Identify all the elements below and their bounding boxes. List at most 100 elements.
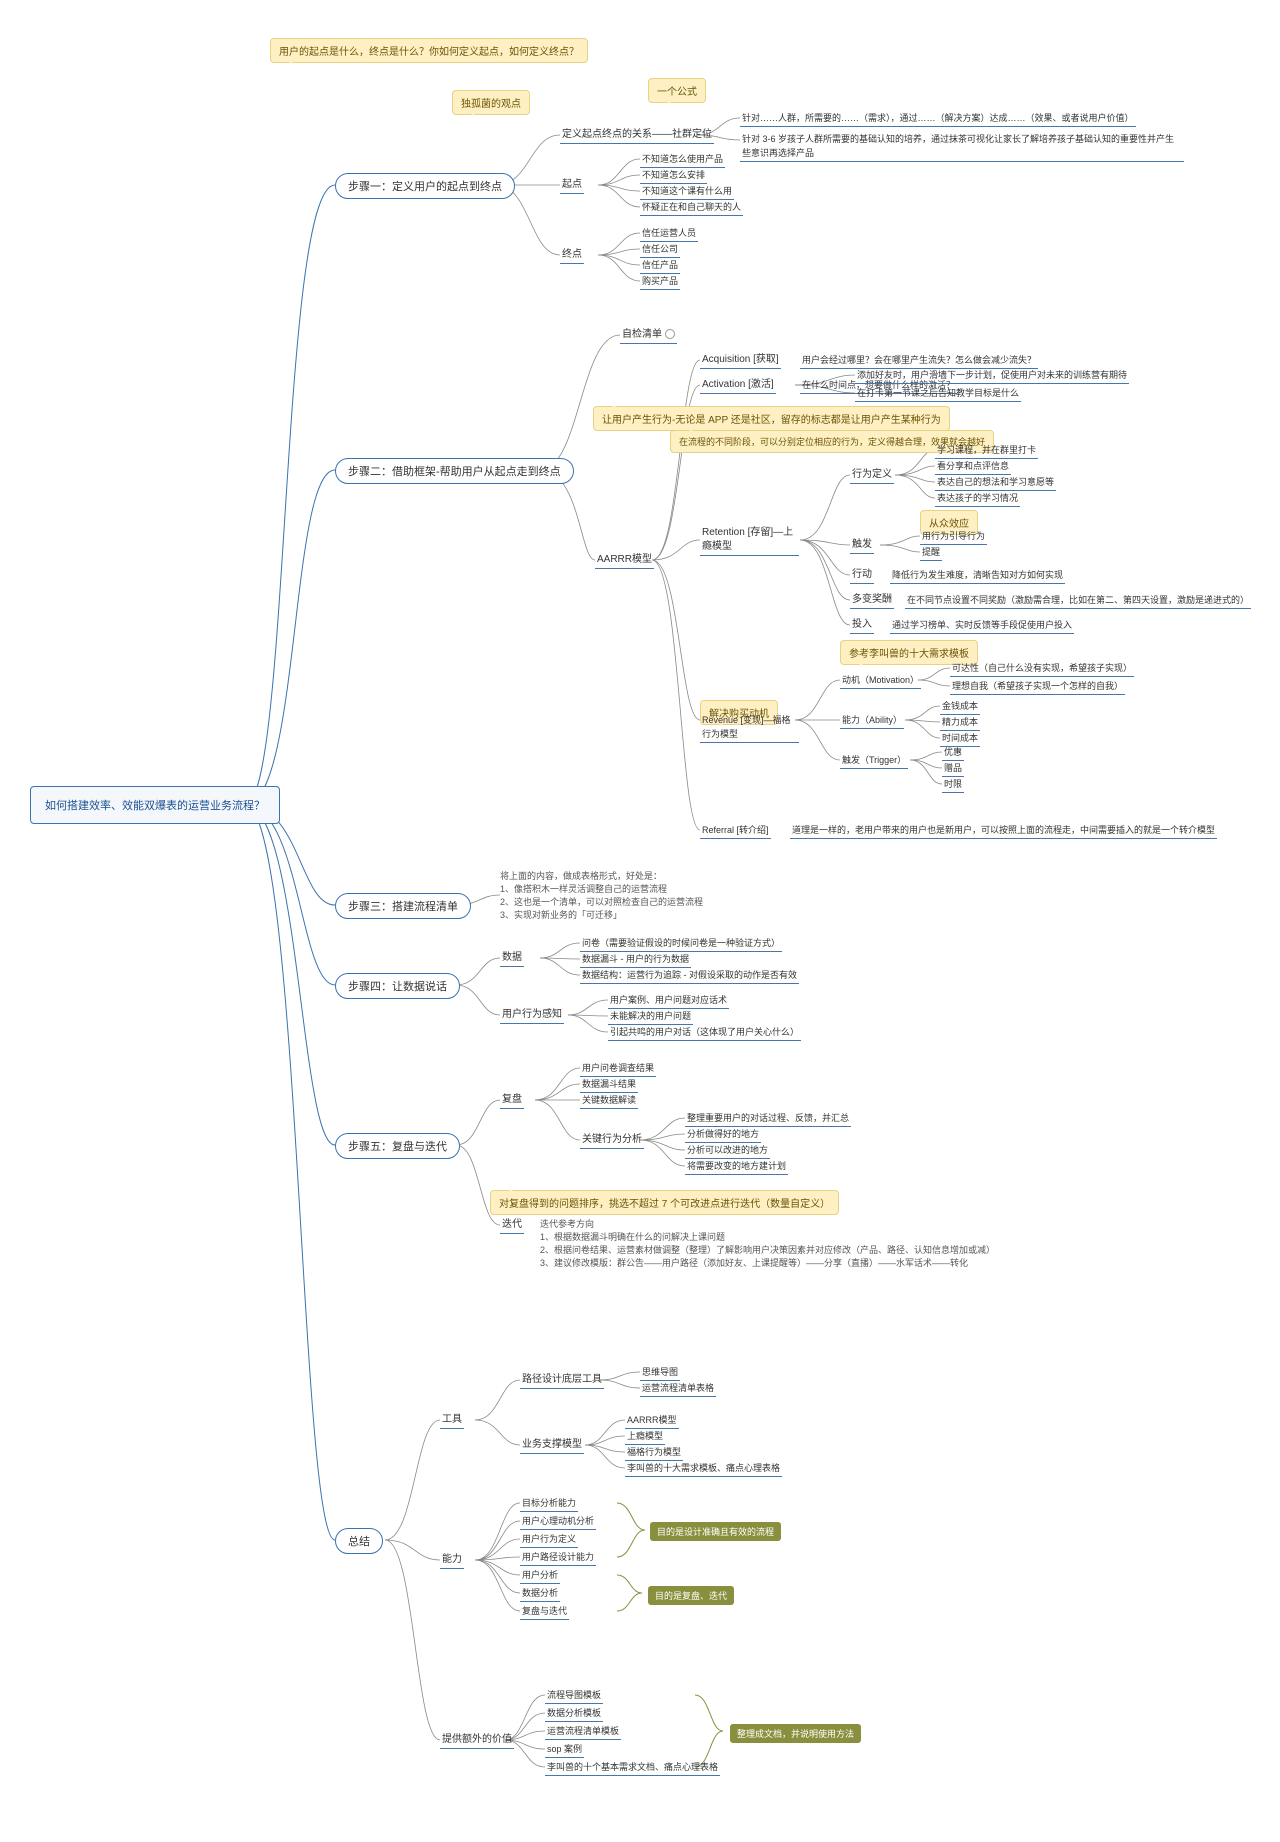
s2-bdef[interactable]: 行为定义 <box>850 468 894 484</box>
list-item: AARRR模型 <box>625 1413 679 1429</box>
s2-ret[interactable]: Retention [存留]—上瘾模型 <box>700 526 799 556</box>
step4[interactable]: 步骤四：让数据说话 <box>335 973 460 999</box>
s2-action-t: 降低行为发生难度，清晰告知对方如何实现 <box>890 568 1065 584</box>
list-item: 用户问卷调查结果 <box>580 1061 656 1077</box>
list-item: 信任产品 <box>640 258 680 274</box>
list-item: 优惠 <box>942 745 964 761</box>
list-item: 数据分析模板 <box>545 1706 603 1722</box>
s2-mot[interactable]: 动机（Motivation） <box>840 673 921 689</box>
sum-extra[interactable]: 提供额外的价值 <box>440 1733 514 1749</box>
callout-formula: 一个公式 <box>648 78 706 103</box>
list-item: 学习课程，并在群里打卡 <box>935 443 1038 459</box>
list-item: 数据结构：运营行为追踪 - 对假设采取的动作是否有效 <box>580 968 799 984</box>
s2-check[interactable]: 自检清单 <box>620 328 677 344</box>
list-item: 分析做得好的地方 <box>685 1127 761 1143</box>
s1-formula: 针对……人群，所需要的……（需求），通过……（解决方案）达成……（效果、或者说用… <box>740 111 1136 127</box>
s1-end[interactable]: 终点 <box>560 248 584 264</box>
s2-invest[interactable]: 投入 <box>850 618 874 634</box>
s2-aarrr[interactable]: AARRR模型 <box>595 553 654 569</box>
step5[interactable]: 步骤五：复盘与迭代 <box>335 1133 460 1159</box>
list-item: 分析可以改进的地方 <box>685 1143 770 1159</box>
s4-data[interactable]: 数据 <box>500 951 524 967</box>
s2-trig[interactable]: 触发 <box>850 538 874 554</box>
s2-tri[interactable]: 触发（Trigger） <box>840 753 908 769</box>
list-item: 运营流程清单模板 <box>545 1724 621 1740</box>
list-item: 表达孩子的学习情况 <box>935 491 1020 507</box>
s4-ub[interactable]: 用户行为感知 <box>500 1008 564 1024</box>
list-item: 将需要改变的地方建计划 <box>685 1159 788 1175</box>
list-item: 关键数据解读 <box>580 1093 638 1109</box>
list-item: 理想自我（希望孩子实现一个怎样的自我） <box>950 679 1125 695</box>
list-item: 问卷（需要验证假设的时候问卷是一种验证方式） <box>580 936 782 952</box>
list-item: 不知道怎么使用产品 <box>640 152 725 168</box>
step2[interactable]: 步骤二：借助框架-帮助用户从起点走到终点 <box>335 458 574 484</box>
list-item: 李叫兽的十大需求模板、痛点心理表格 <box>625 1461 782 1477</box>
ability-note2: 目的是复盘、迭代 <box>648 1586 734 1605</box>
s1-pos[interactable]: 定义起点终点的关系——社群定位 <box>560 128 714 144</box>
sum-t2[interactable]: 业务支撑模型 <box>520 1438 584 1454</box>
callout-retain: 让用户产生行为-无论是 APP 还是社区，留存的标志都是让用户产生某种行为 <box>593 406 950 431</box>
step3[interactable]: 步骤三：搭建流程清单 <box>335 893 471 919</box>
list-item: 整理重要用户的对话过程、反馈，并汇总 <box>685 1111 851 1127</box>
s2-acq-t: 用户会经过哪里？会在哪里产生流失？怎么做会减少流失？ <box>800 353 1038 369</box>
summary[interactable]: 总结 <box>335 1528 383 1554</box>
s5-review[interactable]: 复盘 <box>500 1093 524 1109</box>
callout-start-end: 用户的起点是什么，终点是什么？你如何定义起点，如何定义终点？ <box>270 38 588 63</box>
list-item: 时限 <box>942 777 964 793</box>
list-item: 运营流程清单表格 <box>640 1381 716 1397</box>
s2-act-b: 在打卡第一节课之后告知教学目标是什么 <box>855 386 1021 402</box>
s2-abi[interactable]: 能力（Ability） <box>840 713 904 729</box>
s5-iter[interactable]: 迭代 <box>500 1218 524 1234</box>
list-item: 信任公司 <box>640 242 680 258</box>
list-item: 流程导图模板 <box>545 1688 603 1704</box>
list-item: 用户案例、用户问题对应话术 <box>608 993 729 1009</box>
list-item: 李叫兽的十个基本需求文档、痛点心理表格 <box>545 1760 720 1776</box>
extra-note: 整理成文档，并说明使用方法 <box>730 1724 861 1743</box>
sum-ability[interactable]: 能力 <box>440 1553 464 1569</box>
sum-t1[interactable]: 路径设计底层工具 <box>520 1373 604 1389</box>
list-item: 用户心理动机分析 <box>520 1514 596 1530</box>
list-item: 精力成本 <box>940 715 980 731</box>
list-item: 复盘与迭代 <box>520 1604 569 1620</box>
list-item: 金钱成本 <box>940 699 980 715</box>
list-item: 看分享和点评信息 <box>935 459 1011 475</box>
s2-reward-t: 在不同节点设置不同奖励（激励需合理，比如在第二、第四天设置，激励是递进式的） <box>905 593 1251 609</box>
list-item: 可达性（自己什么没有实现，希望孩子实现） <box>950 661 1134 677</box>
list-item: 用户分析 <box>520 1568 560 1584</box>
s2-rev[interactable]: Revenue [变现]—福格行为模型 <box>700 713 799 743</box>
list-item: 目标分析能力 <box>520 1496 578 1512</box>
s2-act[interactable]: Activation [激活] <box>700 378 776 394</box>
list-item: 未能解决的用户问题 <box>608 1009 693 1025</box>
list-item: 数据漏斗 - 用户的行为数据 <box>580 952 691 968</box>
list-item: 用行为引导行为 <box>920 529 987 545</box>
list-item: 怀疑正在和自己聊天的人 <box>640 200 743 216</box>
list-item: 用户路径设计能力 <box>520 1550 596 1566</box>
s2-action[interactable]: 行动 <box>850 568 874 584</box>
s5-kb[interactable]: 关键行为分析 <box>580 1133 644 1149</box>
s1-start[interactable]: 起点 <box>560 178 584 194</box>
callout-review: 对复盘得到的问题排序，挑选不超过 7 个可改进点进行迭代（数量自定义） <box>490 1190 839 1215</box>
s2-invest-t: 通过学习榜单、实时反馈等手段促使用户投入 <box>890 618 1074 634</box>
s1-example: 针对 3-6 岁孩子人群所需要的基础认知的培养，通过抹茶可视化让家长了解培养孩子… <box>740 132 1184 162</box>
list-item: 思维导图 <box>640 1365 680 1381</box>
s2-act-a: 添加好友时，用户滑墙下一步计划，促使用户对未来的训练营有期待 <box>855 368 1129 384</box>
list-item: 数据分析 <box>520 1586 560 1602</box>
list-item: 上瘾模型 <box>625 1429 665 1445</box>
sum-tools[interactable]: 工具 <box>440 1413 464 1429</box>
s3-body: 将上面的内容，做成表格形式，好处是： 1、像搭积木一样灵活调整自己的运营流程 2… <box>500 870 760 922</box>
list-item: 福格行为模型 <box>625 1445 683 1461</box>
list-item: 赠品 <box>942 761 964 777</box>
s2-reward[interactable]: 多变奖酬 <box>850 593 894 609</box>
list-item: 数据漏斗结果 <box>580 1077 638 1093</box>
callout-opinion: 独孤菌的观点 <box>452 90 530 115</box>
list-item: 引起共鸣的用户对话（这体现了用户关心什么） <box>608 1025 801 1041</box>
list-item: 不知道这个课有什么用 <box>640 184 734 200</box>
list-item: 用户行为定义 <box>520 1532 578 1548</box>
s2-ref[interactable]: Referral [转介绍] <box>700 823 771 839</box>
list-item: 信任运营人员 <box>640 226 698 242</box>
list-item: sop 案例 <box>545 1742 584 1758</box>
step1[interactable]: 步骤一：定义用户的起点到终点 <box>335 173 515 199</box>
root-node[interactable]: 如何搭建效率、效能双爆表的运营业务流程？ <box>30 786 280 824</box>
s2-ref-t: 道理是一样的，老用户带来的用户也是新用户，可以按照上面的流程走，中间需要插入的就… <box>790 823 1217 839</box>
s2-acq[interactable]: Acquisition [获取] <box>700 353 781 369</box>
